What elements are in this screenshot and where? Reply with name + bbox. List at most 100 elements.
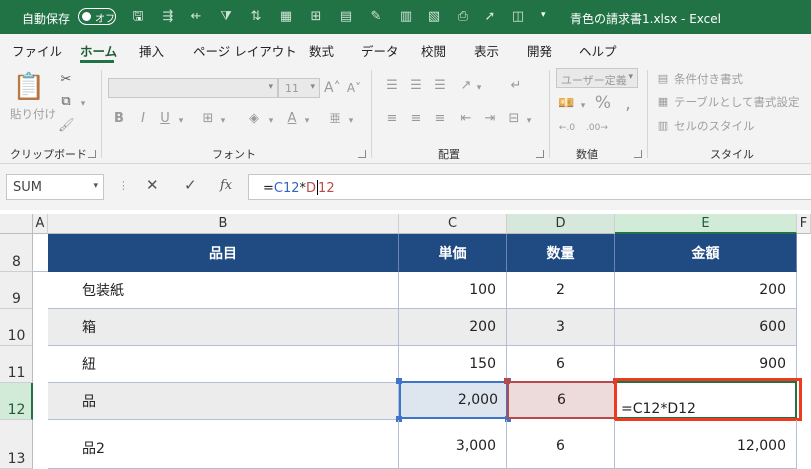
grow-font-icon[interactable]: A˄ (324, 80, 341, 96)
table-row-unit-price[interactable]: 150 (399, 346, 507, 383)
tab-developer[interactable]: 開発 (527, 41, 552, 60)
table-header-quantity[interactable]: 数量 (507, 234, 615, 272)
table-row-quantity[interactable]: 2 (507, 272, 615, 309)
align-left-icon[interactable]: ≡ (384, 111, 400, 127)
row-header-12[interactable]: 12 (0, 383, 33, 420)
cut-icon[interactable]: ✂ (58, 72, 74, 88)
paste-icon[interactable]: 📋 (12, 72, 46, 102)
row-header-10[interactable]: 10 (0, 309, 33, 346)
currency-icon[interactable]: 💴 (558, 96, 574, 112)
select-all-corner[interactable] (0, 214, 33, 234)
align-bottom-icon[interactable]: ☰ (432, 78, 448, 94)
align-top-icon[interactable]: ☰ (384, 78, 400, 94)
conditional-format-icon[interactable]: ▤ (656, 71, 670, 87)
row-header-11[interactable]: 11 (0, 346, 33, 383)
autosave-toggle[interactable]: オフ (78, 8, 116, 25)
number-launcher-icon[interactable] (634, 150, 642, 158)
tab-home[interactable]: ホーム (80, 41, 117, 60)
ref-handle-icon[interactable] (396, 378, 402, 384)
tab-review[interactable]: 校閲 (421, 41, 446, 60)
fill-dropdown-icon[interactable]: ▾ (266, 113, 276, 129)
table-header-amount[interactable]: 金額 (615, 234, 797, 272)
font-launcher-icon[interactable] (358, 150, 366, 158)
tab-file[interactable]: ファイル (12, 41, 62, 60)
insert-function-button[interactable]: fx (220, 178, 232, 193)
cell-styles-icon[interactable]: ▥ (656, 118, 670, 134)
paste-label[interactable]: 貼り付け (10, 106, 56, 122)
italic-button[interactable]: I (136, 111, 150, 127)
print-icon[interactable]: ⎙ (455, 9, 471, 25)
tab-data[interactable]: データ (361, 41, 399, 60)
orientation-icon[interactable]: ↗ (458, 78, 474, 94)
align-center-icon[interactable]: ≡ (408, 111, 424, 127)
table-row-item[interactable]: 品 (48, 383, 399, 420)
decrease-indent-icon[interactable]: ⇤ (458, 111, 474, 127)
image-icon[interactable]: ◫ (510, 9, 526, 25)
tab-insert[interactable]: 挿入 (139, 41, 164, 60)
borders-icon[interactable]: ▦ (278, 9, 294, 25)
insert-rows-icon[interactable]: ⇶ (160, 9, 176, 25)
phonetic-icon[interactable]: 亜 (328, 111, 342, 127)
merge-center-icon[interactable]: ⊟ (506, 111, 522, 127)
underline-button[interactable]: U (158, 111, 172, 127)
decrease-decimal-icon[interactable]: .00→ (586, 120, 608, 136)
column-header-c[interactable]: C (399, 214, 507, 234)
table-row-item[interactable]: 紐 (48, 346, 399, 383)
quick-access-dropdown-icon[interactable]: ▾ (541, 10, 546, 20)
fill-color-icon[interactable]: ◈ (246, 111, 262, 127)
font-color-icon[interactable]: A (284, 111, 300, 127)
table-icon[interactable]: ▤ (338, 9, 354, 25)
edit-icon[interactable]: ✎ (368, 9, 384, 25)
save-icon[interactable]: 🖫 (130, 9, 146, 25)
grid-icon[interactable]: ⊞ (308, 9, 324, 25)
table-row-unit-price[interactable]: 3,000 (399, 420, 507, 469)
wrap-text-icon[interactable]: ↵ (508, 78, 524, 94)
merge-dropdown-icon[interactable]: ▾ (524, 113, 534, 129)
format-icon[interactable]: ▥ (398, 9, 414, 25)
formula-reference-d12[interactable]: 6 (507, 381, 616, 419)
row-header-9[interactable]: 9 (0, 272, 33, 309)
column-header-a[interactable]: A (33, 214, 48, 234)
copy-dropdown-icon[interactable]: ▾ (78, 96, 88, 112)
enter-button[interactable]: ✓ (184, 176, 197, 194)
table-row-item[interactable]: 箱 (48, 309, 399, 346)
row-header-8[interactable]: 8 (0, 234, 33, 272)
table-row-amount[interactable]: 200 (615, 272, 797, 309)
tab-formulas[interactable]: 数式 (309, 41, 334, 60)
bold-button[interactable]: B (112, 111, 126, 127)
increase-indent-icon[interactable]: ⇥ (482, 111, 498, 127)
table-row-quantity[interactable]: 6 (507, 420, 615, 469)
table-row-amount[interactable]: 12,000 (615, 420, 797, 469)
sort-icon[interactable]: ⇅ (248, 9, 264, 25)
font-size-combo[interactable]: 11 ▾ (278, 78, 320, 98)
column-header-d[interactable]: D (507, 214, 615, 234)
ref-handle-icon[interactable] (504, 378, 510, 384)
format-painter-icon[interactable]: 🖌 (58, 118, 75, 134)
font-color-dropdown-icon[interactable]: ▾ (302, 113, 312, 129)
cancel-button[interactable]: ✕ (146, 176, 159, 194)
table-row-unit-price[interactable]: 100 (399, 272, 507, 309)
currency-dropdown-icon[interactable]: ▾ (578, 98, 588, 114)
percent-button[interactable]: % (594, 95, 612, 112)
column-header-f[interactable]: F (797, 214, 811, 234)
copy-icon[interactable]: ⧉ (58, 94, 74, 110)
tab-help[interactable]: ヘルプ (579, 41, 617, 60)
tab-view[interactable]: 表示 (474, 41, 499, 60)
cell-styles-button[interactable]: セルのスタイル (674, 118, 755, 134)
table-format-button[interactable]: テーブルとして書式設定 (674, 94, 799, 110)
underline-dropdown-icon[interactable]: ▾ (176, 113, 186, 129)
delete-rows-icon[interactable]: ⇷ (188, 9, 204, 25)
table-header-unit-price[interactable]: 単価 (399, 234, 507, 272)
column-icon[interactable]: ▧ (426, 9, 442, 25)
formula-bar-handle-icon[interactable]: ⋮ (118, 179, 129, 192)
name-box[interactable]: SUM ▾ (6, 174, 104, 200)
table-row-item[interactable]: 包装紙 (48, 272, 399, 309)
clipboard-launcher-icon[interactable] (88, 150, 96, 158)
table-row-item[interactable]: 品2 (48, 420, 399, 469)
alignment-launcher-icon[interactable] (536, 150, 544, 158)
column-header-b[interactable]: B (48, 214, 399, 234)
column-header-e[interactable]: E (615, 214, 797, 234)
phonetic-dropdown-icon[interactable]: ▾ (346, 113, 356, 129)
font-name-combo[interactable]: ▾ (108, 78, 278, 98)
formula-reference-c12[interactable]: 2,000 (399, 381, 508, 419)
